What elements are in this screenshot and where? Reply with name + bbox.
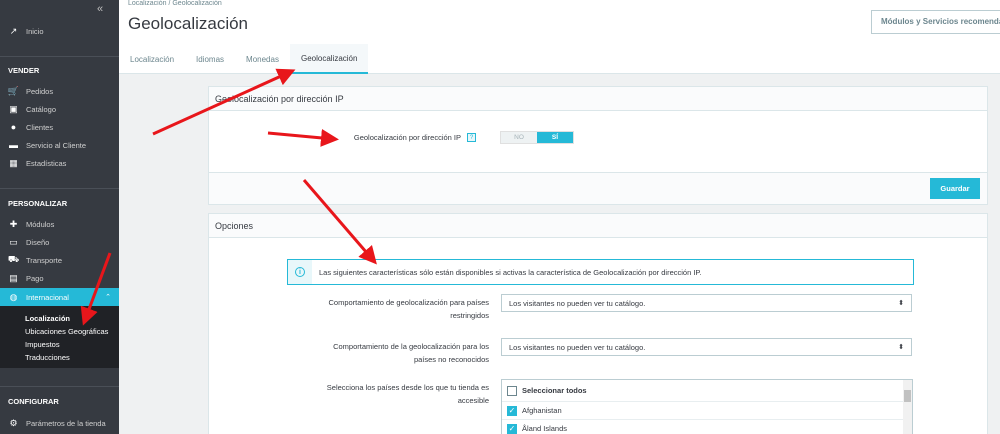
- sidebar-item-international[interactable]: ◍ Internacional ⌃: [0, 288, 119, 306]
- sidebar-item-payment[interactable]: ▤ Pago: [0, 269, 119, 287]
- truck-icon: ⛟: [7, 254, 20, 264]
- unknown-behavior-label: Comportamiento de la geolocalización par…: [333, 342, 489, 364]
- sidebar-item-modules[interactable]: ✚ Módulos: [0, 215, 119, 233]
- section-sell: VENDER: [8, 66, 40, 75]
- sidebar-item-home[interactable]: ↗ Inicio: [0, 22, 119, 40]
- options-panel: Opciones i Las siguientes característica…: [208, 213, 988, 434]
- country-checkbox[interactable]: ✓: [507, 405, 517, 416]
- sidebar-item-catalog[interactable]: ▣ Catálogo: [0, 100, 119, 118]
- countries-label: Selecciona los países desde los que tu t…: [326, 383, 489, 405]
- switch-no[interactable]: NO: [501, 132, 537, 143]
- sidebar-item-orders[interactable]: 🛒 Pedidos: [0, 82, 119, 100]
- select-all-row[interactable]: Seleccionar todos: [502, 380, 912, 402]
- sidebar-item-shop-parameters[interactable]: ⚙ Parámetros de la tienda: [0, 414, 119, 432]
- section-configure: CONFIGURAR: [8, 397, 59, 406]
- unknown-behavior-select[interactable]: Los visitantes no pueden ver tu catálogo…: [501, 338, 912, 356]
- puzzle-icon: ✚: [9, 218, 18, 229]
- user-icon: ●: [10, 122, 17, 132]
- page-title: Geolocalización: [128, 14, 249, 33]
- gear-icon: ⚙: [9, 417, 18, 428]
- panel-title: Geolocalización por dirección IP: [209, 87, 987, 111]
- sidebar-item-design[interactable]: ▭ Diseño: [0, 233, 119, 251]
- breadcrumb[interactable]: Localización / Geolocalización: [128, 0, 222, 7]
- chart-icon: ▦: [9, 157, 18, 168]
- country-checkbox[interactable]: ✓: [507, 423, 517, 434]
- trending-icon: ↗: [9, 25, 18, 36]
- info-alert: i Las siguientes características sólo es…: [287, 259, 914, 285]
- store-icon: ▣: [9, 103, 18, 114]
- sidebar-divider: [0, 188, 119, 189]
- sidebar-item-label: Inicio: [26, 26, 44, 36]
- cart-icon: 🛒: [7, 85, 20, 96]
- tab-languages[interactable]: Idiomas: [185, 44, 235, 74]
- collapse-sidebar-icon[interactable]: «: [97, 3, 103, 15]
- tab-geolocation[interactable]: Geolocalización: [289, 44, 369, 74]
- sidebar-divider: [0, 386, 119, 387]
- submenu-item-taxes[interactable]: Impuestos: [25, 340, 60, 349]
- switch-yes[interactable]: SÍ: [537, 132, 573, 143]
- sidebar-item-stats[interactable]: ▦ Estadísticas: [0, 154, 119, 172]
- select-caret-icon: ⬍: [898, 300, 904, 307]
- sidebar-divider: [0, 56, 119, 57]
- tab-localization[interactable]: Localización: [119, 44, 185, 74]
- ip-geolocation-label: Geolocalización por dirección IP: [353, 133, 461, 142]
- help-icon[interactable]: ?: [467, 133, 476, 142]
- sidebar-item-shipping[interactable]: ⛟ Transporte: [0, 251, 119, 269]
- restricted-behavior-select[interactable]: Los visitantes no pueden ver tu catálogo…: [501, 294, 912, 312]
- ip-geolocation-panel: Geolocalización por dirección IP Geoloca…: [208, 86, 988, 205]
- submenu-item-translations[interactable]: Traducciones: [25, 353, 70, 362]
- submenu-item-zones[interactable]: Ubicaciones Geográficas: [25, 327, 108, 336]
- tabs: Localización Idiomas Monedas Geolocaliza…: [119, 44, 369, 74]
- recommended-modules-button[interactable]: Módulos y Servicios recomendados: [871, 10, 1000, 34]
- sidebar-item-customers[interactable]: ● Clientes: [0, 118, 119, 136]
- panel-title: Opciones: [209, 214, 987, 238]
- globe-icon: ◍: [9, 291, 18, 302]
- list-item[interactable]: ✓ Afghanistan: [502, 402, 912, 420]
- restricted-behavior-label: Comportamiento de geolocalización para p…: [328, 298, 489, 320]
- info-icon: i: [288, 260, 312, 284]
- save-button[interactable]: Guardar: [930, 178, 980, 199]
- sidebar-item-customer-service[interactable]: ▬ Servicio al Cliente: [0, 136, 119, 154]
- info-text: Las siguientes características sólo está…: [319, 267, 702, 277]
- submenu-item-localization[interactable]: Localización: [25, 314, 70, 323]
- section-customize: PERSONALIZAR: [8, 199, 68, 208]
- select-all-checkbox[interactable]: [507, 385, 517, 396]
- page-header: Localización / Geolocalización Geolocali…: [119, 0, 1000, 74]
- panel-footer: Guardar: [209, 172, 987, 204]
- list-item[interactable]: ✓ Åland Islands: [502, 420, 912, 434]
- country-list: Seleccionar todos ✓ Afghanistan ✓ Åland …: [501, 379, 913, 434]
- monitor-icon: ▭: [9, 236, 18, 247]
- scrollbar[interactable]: [903, 380, 912, 434]
- chevron-up-icon: ⌃: [105, 294, 111, 301]
- tab-currencies[interactable]: Monedas: [235, 44, 290, 74]
- sidebar: « ↗ Inicio VENDER 🛒 Pedidos ▣ Catálogo ●…: [0, 0, 119, 434]
- ip-geolocation-switch[interactable]: NO SÍ: [500, 131, 574, 144]
- select-caret-icon: ⬍: [898, 344, 904, 351]
- credit-card-icon: ▤: [9, 272, 18, 283]
- chat-icon: ▬: [9, 140, 18, 150]
